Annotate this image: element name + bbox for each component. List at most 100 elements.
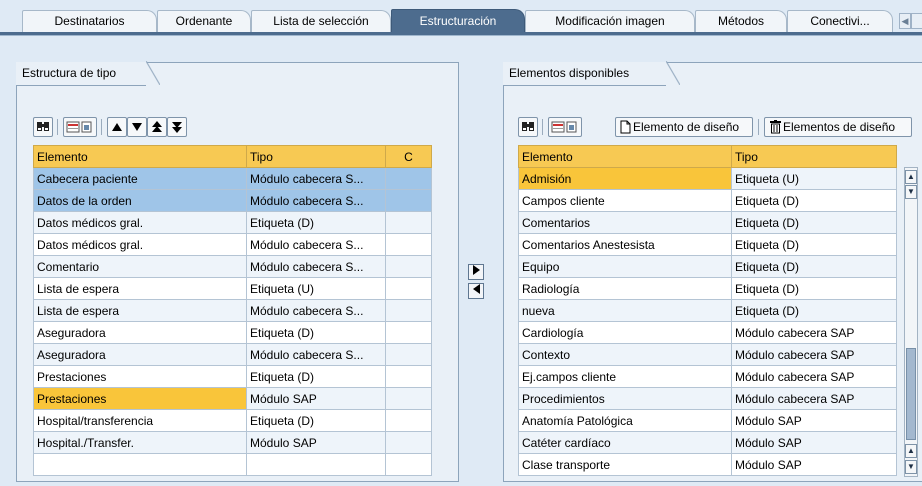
table-row[interactable]: Comentarios Anestesista Etiqueta (D)	[518, 233, 897, 256]
cell-tipo[interactable]: Etiqueta (D)	[246, 321, 386, 344]
delete-design-elements-button[interactable]: Elementos de diseño	[764, 117, 912, 137]
column-header-c[interactable]: C	[385, 145, 432, 168]
table-row[interactable]: Comentarios Etiqueta (D)	[518, 211, 897, 234]
cell-elemento[interactable]: Aseguradora	[33, 343, 247, 366]
table-row[interactable]: Cardiología Módulo cabecera SAP	[518, 321, 897, 344]
move-left-button[interactable]	[468, 283, 484, 299]
cell-tipo[interactable]: Etiqueta (D)	[731, 233, 897, 256]
cell-elemento[interactable]: Datos de la orden	[33, 189, 247, 212]
cell-tipo[interactable]: Etiqueta (D)	[731, 189, 897, 212]
tab-modificacion-imagen[interactable]: Modificación imagen	[525, 10, 695, 32]
tab-estructuracion[interactable]: Estructuración	[391, 9, 525, 33]
table-row[interactable]: Datos médicos gral. Etiqueta (D)	[33, 211, 432, 234]
table-row[interactable]: Aseguradora Etiqueta (D)	[33, 321, 432, 344]
cell-c[interactable]	[385, 167, 432, 190]
cell-tipo[interactable]: Módulo cabecera S...	[246, 167, 386, 190]
cell-tipo[interactable]: Etiqueta (D)	[246, 409, 386, 432]
cell-tipo[interactable]: Etiqueta (D)	[731, 211, 897, 234]
cell-elemento[interactable]: Ej.campos cliente	[518, 365, 732, 388]
cell-tipo[interactable]: Módulo cabecera S...	[246, 343, 386, 366]
cell-tipo[interactable]: Módulo cabecera SAP	[731, 387, 897, 410]
cell-tipo[interactable]: Módulo cabecera S...	[246, 189, 386, 212]
table-row[interactable]: Prestaciones Módulo SAP	[33, 387, 432, 410]
cell-tipo[interactable]: Módulo cabecera SAP	[731, 343, 897, 366]
cell-elemento[interactable]: Datos médicos gral.	[33, 211, 247, 234]
find-button[interactable]	[33, 117, 53, 137]
cell-c[interactable]	[385, 189, 432, 212]
move-right-button[interactable]	[468, 264, 484, 280]
table-row[interactable]: Cabecera paciente Módulo cabecera S...	[33, 167, 432, 190]
layout-button[interactable]	[548, 117, 582, 137]
cell-elemento[interactable]: Hospital/transferencia	[33, 409, 247, 432]
move-top-button[interactable]	[147, 117, 167, 137]
tab-scroll-left-icon[interactable]: ◀	[899, 13, 911, 29]
cell-c[interactable]	[385, 211, 432, 234]
tab-conectividad[interactable]: Conectivi...	[787, 10, 893, 32]
cell-tipo[interactable]: Módulo SAP	[246, 431, 386, 454]
cell-c[interactable]	[385, 431, 432, 454]
cell-c[interactable]	[385, 409, 432, 432]
tab-scroll-right-icon[interactable]	[911, 13, 922, 29]
column-header-elemento[interactable]: Elemento	[33, 145, 247, 168]
cell-elemento[interactable]: Datos médicos gral.	[33, 233, 247, 256]
column-header-elemento[interactable]: Elemento	[518, 145, 732, 168]
table-row[interactable]: Ej.campos cliente Módulo cabecera SAP	[518, 365, 897, 388]
find-button[interactable]	[518, 117, 538, 137]
cell-elemento[interactable]: Campos cliente	[518, 189, 732, 212]
scroll-down-icon[interactable]: ▼	[905, 185, 917, 199]
scroll-page-down-icon[interactable]: ▼	[905, 460, 917, 474]
table-row[interactable]: Catéter cardíaco Módulo SAP	[518, 431, 897, 454]
cell-tipo[interactable]: Módulo SAP	[731, 431, 897, 454]
table-row[interactable]: Admisión Etiqueta (U)	[518, 167, 897, 190]
table-row[interactable]: nueva Etiqueta (D)	[518, 299, 897, 322]
scroll-up-icon[interactable]: ▲	[905, 170, 917, 184]
cell-elemento[interactable]: Cardiología	[518, 321, 732, 344]
cell-tipo[interactable]: Módulo cabecera S...	[246, 233, 386, 256]
cell-elemento[interactable]: nueva	[518, 299, 732, 322]
cell-elemento[interactable]: Comentario	[33, 255, 247, 278]
cell-c[interactable]	[385, 233, 432, 256]
new-design-element-button[interactable]: Elemento de diseño	[615, 117, 753, 137]
table-row[interactable]: Hospital./Transfer. Módulo SAP	[33, 431, 432, 454]
cell-tipo[interactable]: Módulo cabecera SAP	[731, 365, 897, 388]
cell-elemento[interactable]: Catéter cardíaco	[518, 431, 732, 454]
cell-elemento[interactable]: Prestaciones	[33, 365, 247, 388]
layout-button[interactable]	[63, 117, 97, 137]
table-row[interactable]: Hospital/transferencia Etiqueta (D)	[33, 409, 432, 432]
table-row[interactable]: Campos cliente Etiqueta (D)	[518, 189, 897, 212]
table-row[interactable]: Prestaciones Etiqueta (D)	[33, 365, 432, 388]
vertical-scrollbar[interactable]: ▲ ▼ ▲ ▼	[904, 167, 918, 477]
cell-tipo[interactable]: Módulo cabecera S...	[246, 255, 386, 278]
table-row[interactable]: Datos médicos gral. Módulo cabecera S...	[33, 233, 432, 256]
table-row[interactable]: Clase transporte Módulo SAP	[518, 453, 897, 476]
table-row[interactable]: Datos de la orden Módulo cabecera S...	[33, 189, 432, 212]
cell-elemento[interactable]: Prestaciones	[33, 387, 247, 410]
table-row[interactable]: Radiología Etiqueta (D)	[518, 277, 897, 300]
cell-elemento[interactable]: Cabecera paciente	[33, 167, 247, 190]
tab-metodos[interactable]: Métodos	[695, 10, 787, 32]
cell-tipo[interactable]: Etiqueta (D)	[246, 211, 386, 234]
cell-tipo[interactable]: Etiqueta (D)	[246, 365, 386, 388]
cell-tipo[interactable]: Módulo SAP	[731, 453, 897, 476]
cell-tipo[interactable]: Etiqueta (D)	[731, 255, 897, 278]
column-header-tipo[interactable]: Tipo	[246, 145, 386, 168]
cell-elemento[interactable]: Comentarios	[518, 211, 732, 234]
cell-elemento[interactable]: Hospital./Transfer.	[33, 431, 247, 454]
cell-tipo[interactable]: Módulo SAP	[246, 387, 386, 410]
cell-elemento[interactable]: Aseguradora	[33, 321, 247, 344]
cell-c[interactable]	[385, 387, 432, 410]
table-row[interactable]: Lista de espera Módulo cabecera S...	[33, 299, 432, 322]
tab-destinatarios[interactable]: Destinatarios	[22, 10, 157, 32]
cell-tipo[interactable]: Etiqueta (U)	[246, 277, 386, 300]
table-row[interactable]: Comentario Módulo cabecera S...	[33, 255, 432, 278]
table-row[interactable]: Aseguradora Módulo cabecera S...	[33, 343, 432, 366]
cell-c[interactable]	[385, 255, 432, 278]
cell-tipo[interactable]: Módulo cabecera SAP	[731, 321, 897, 344]
cell-tipo[interactable]: Etiqueta (U)	[731, 167, 897, 190]
cell-elemento[interactable]: Lista de espera	[33, 299, 247, 322]
cell-elemento[interactable]: Lista de espera	[33, 277, 247, 300]
table-row[interactable]: Equipo Etiqueta (D)	[518, 255, 897, 278]
move-down-button[interactable]	[127, 117, 147, 137]
cell-elemento[interactable]: Anatomía Patológica	[518, 409, 732, 432]
column-header-tipo[interactable]: Tipo	[731, 145, 897, 168]
